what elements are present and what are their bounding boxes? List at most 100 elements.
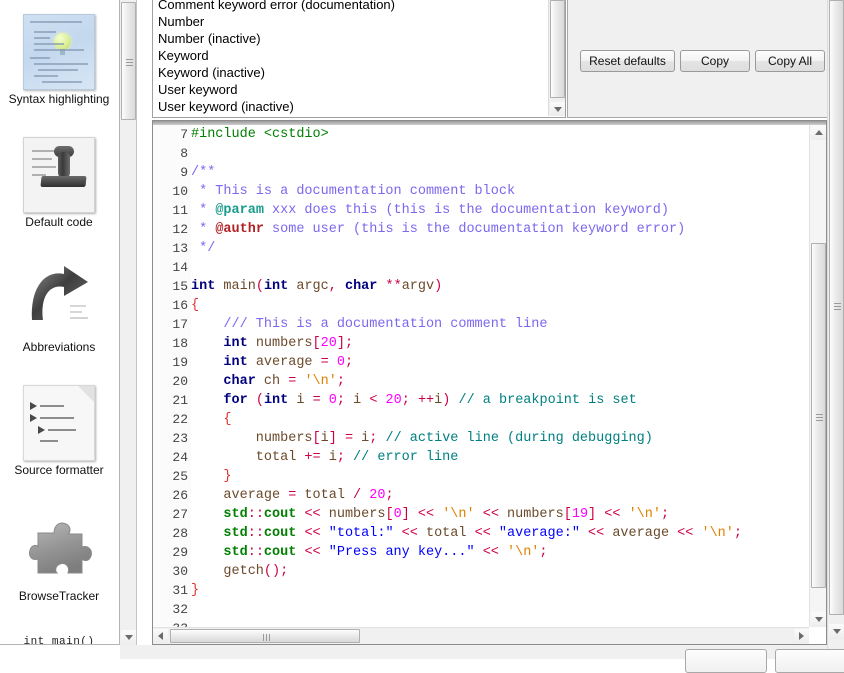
line-number: 12 <box>172 222 188 237</box>
editor-scroll-up-button[interactable] <box>811 125 826 140</box>
style-list-item[interactable]: User keyword <box>153 81 548 98</box>
code-line[interactable]: #include <cstdio> <box>191 125 809 144</box>
syntax-style-list[interactable]: Comment keyword error (documentation) Num… <box>152 0 566 118</box>
code-line[interactable]: getch(); <box>191 562 809 581</box>
code-line[interactable]: /// This is a documentation comment line <box>191 315 809 334</box>
editor-vertical-scrollbar[interactable] <box>809 125 826 627</box>
code-token: "average:" <box>498 526 580 541</box>
style-list-item[interactable]: Keyword <box>153 47 548 64</box>
code-token: { <box>223 412 232 427</box>
sidebar-item-default-code[interactable]: Default code <box>0 137 118 229</box>
code-line[interactable]: std::cout << numbers[0] << '\n' << numbe… <box>191 505 809 524</box>
style-list-item[interactable]: Number (inactive) <box>153 30 548 47</box>
code-line[interactable]: /** <box>191 163 809 182</box>
sidebar-item-source-formatter[interactable]: Source formatter <box>0 385 118 477</box>
sidebar-item-label: Abbreviations <box>22 340 96 354</box>
style-list-item[interactable]: Comment keyword error (documentation) <box>153 0 548 13</box>
code-token: i <box>320 450 337 465</box>
code-token: '\n' <box>701 526 734 541</box>
code-line[interactable] <box>191 144 809 163</box>
sidebar-scrollbar-thumb[interactable] <box>121 2 136 120</box>
code-line[interactable] <box>191 619 809 627</box>
code-line[interactable]: } <box>191 467 809 486</box>
editor-horizontal-scrollbar-thumb[interactable] <box>170 629 360 643</box>
reset-defaults-button[interactable]: Reset defaults <box>580 50 675 72</box>
copy-all-button[interactable]: Copy All <box>755 50 825 72</box>
code-token: std <box>223 526 248 541</box>
code-token: ] <box>401 507 410 522</box>
line-number: 28 <box>172 526 188 541</box>
code-token: argc <box>288 279 329 294</box>
code-line[interactable]: char ch = '\n'; <box>191 372 809 391</box>
code-token: :: <box>247 545 264 560</box>
code-line[interactable]: int average = 0; <box>191 353 809 372</box>
code-preview-editor[interactable]: 7 8 9 10 11 12 13 14 15 16 17 18 19 20 21 22 23 24 25 26 27 2… <box>152 120 827 645</box>
code-line[interactable] <box>191 258 809 277</box>
code-token: * <box>191 203 216 218</box>
sidebar-item-syntax-highlighting[interactable]: Syntax highlighting <box>0 14 118 106</box>
code-line[interactable]: * @param xxx does this (this is the docu… <box>191 201 809 220</box>
code-token: << <box>304 545 321 560</box>
code-token: getch <box>191 564 264 579</box>
editor-horizontal-scrollbar[interactable] <box>153 627 809 644</box>
sidebar-item-browse-tracker[interactable]: BrowseTracker <box>0 513 118 603</box>
code-line[interactable]: average = total / 20; <box>191 486 809 505</box>
style-list-scrollbar[interactable] <box>548 0 565 116</box>
code-token: '\n' <box>628 507 661 522</box>
lightbulb-icon <box>54 33 71 55</box>
code-text-area[interactable]: 7 8 9 10 11 12 13 14 15 16 17 18 19 20 21 22 23 24 25 26 27 2… <box>153 125 809 627</box>
code-line[interactable] <box>191 600 809 619</box>
sidebar-scrollbar[interactable] <box>120 0 137 645</box>
style-list-scrollbar-thumb[interactable] <box>550 0 565 98</box>
style-list-item[interactable]: Keyword (inactive) <box>153 64 548 81</box>
editor-scroll-left-button[interactable] <box>153 629 168 643</box>
editor-scroll-right-button[interactable] <box>794 629 809 643</box>
dialog-vertical-scrollbar[interactable] <box>827 0 844 659</box>
style-list-item[interactable]: User keyword (inactive) <box>153 98 548 115</box>
code-line[interactable]: } <box>191 581 809 600</box>
dialog-scrollbar-thumb[interactable] <box>829 0 844 615</box>
code-line[interactable]: std::cout << "Press any key..." << '\n'; <box>191 543 809 562</box>
code-line[interactable]: int main(int argc, char **argv) <box>191 277 809 296</box>
code-token: numbers <box>320 507 386 522</box>
code-line[interactable]: std::cout << "total:" << total << "avera… <box>191 524 809 543</box>
code-line[interactable]: int numbers[20]; <box>191 334 809 353</box>
sidebar-item-abbreviations[interactable]: Abbreviations <box>0 262 118 354</box>
code-line[interactable]: * This is a documentation comment block <box>191 182 809 201</box>
line-number: 10 <box>172 184 188 199</box>
code-line[interactable]: { <box>191 410 809 429</box>
dialog-ok-button[interactable] <box>685 649 767 673</box>
code-line[interactable]: numbers[i] = i; // active line (during d… <box>191 429 809 448</box>
code-line[interactable]: { <box>191 296 809 315</box>
code-token: += <box>304 450 321 465</box>
style-list-item[interactable]: Global classes and typedefs <box>153 115 548 117</box>
code-token: << <box>474 526 491 541</box>
code-token: i <box>353 431 370 446</box>
style-list-item[interactable]: Number <box>153 13 548 30</box>
editor-vertical-scrollbar-thumb[interactable] <box>811 243 826 588</box>
code-line[interactable]: for (int i = 0; i < 20; ++i) // a breakp… <box>191 391 809 410</box>
dialog-scroll-down-button[interactable] <box>829 624 844 639</box>
code-token: i <box>345 393 370 408</box>
dialog-cancel-button[interactable] <box>775 649 844 673</box>
code-content[interactable]: #include <cstdio> /** * This is a docume… <box>191 125 809 627</box>
code-token: << <box>588 526 605 541</box>
code-line[interactable]: */ <box>191 239 809 258</box>
copy-button[interactable]: Copy <box>680 50 750 72</box>
code-token: ; <box>385 488 394 503</box>
sidebar-scroll-down-button[interactable] <box>121 630 136 645</box>
editor-scroll-down-button[interactable] <box>811 612 826 627</box>
settings-category-panel[interactable]: Syntax highlighting Default code Abbrevi… <box>0 0 120 645</box>
code-token: int <box>263 279 289 294</box>
line-number: 13 <box>172 241 188 256</box>
code-line[interactable]: * @authr some user (this is the document… <box>191 220 809 239</box>
style-list-scroll-down-button[interactable] <box>550 102 565 116</box>
code-line[interactable]: total += i; // error line <box>191 448 809 467</box>
